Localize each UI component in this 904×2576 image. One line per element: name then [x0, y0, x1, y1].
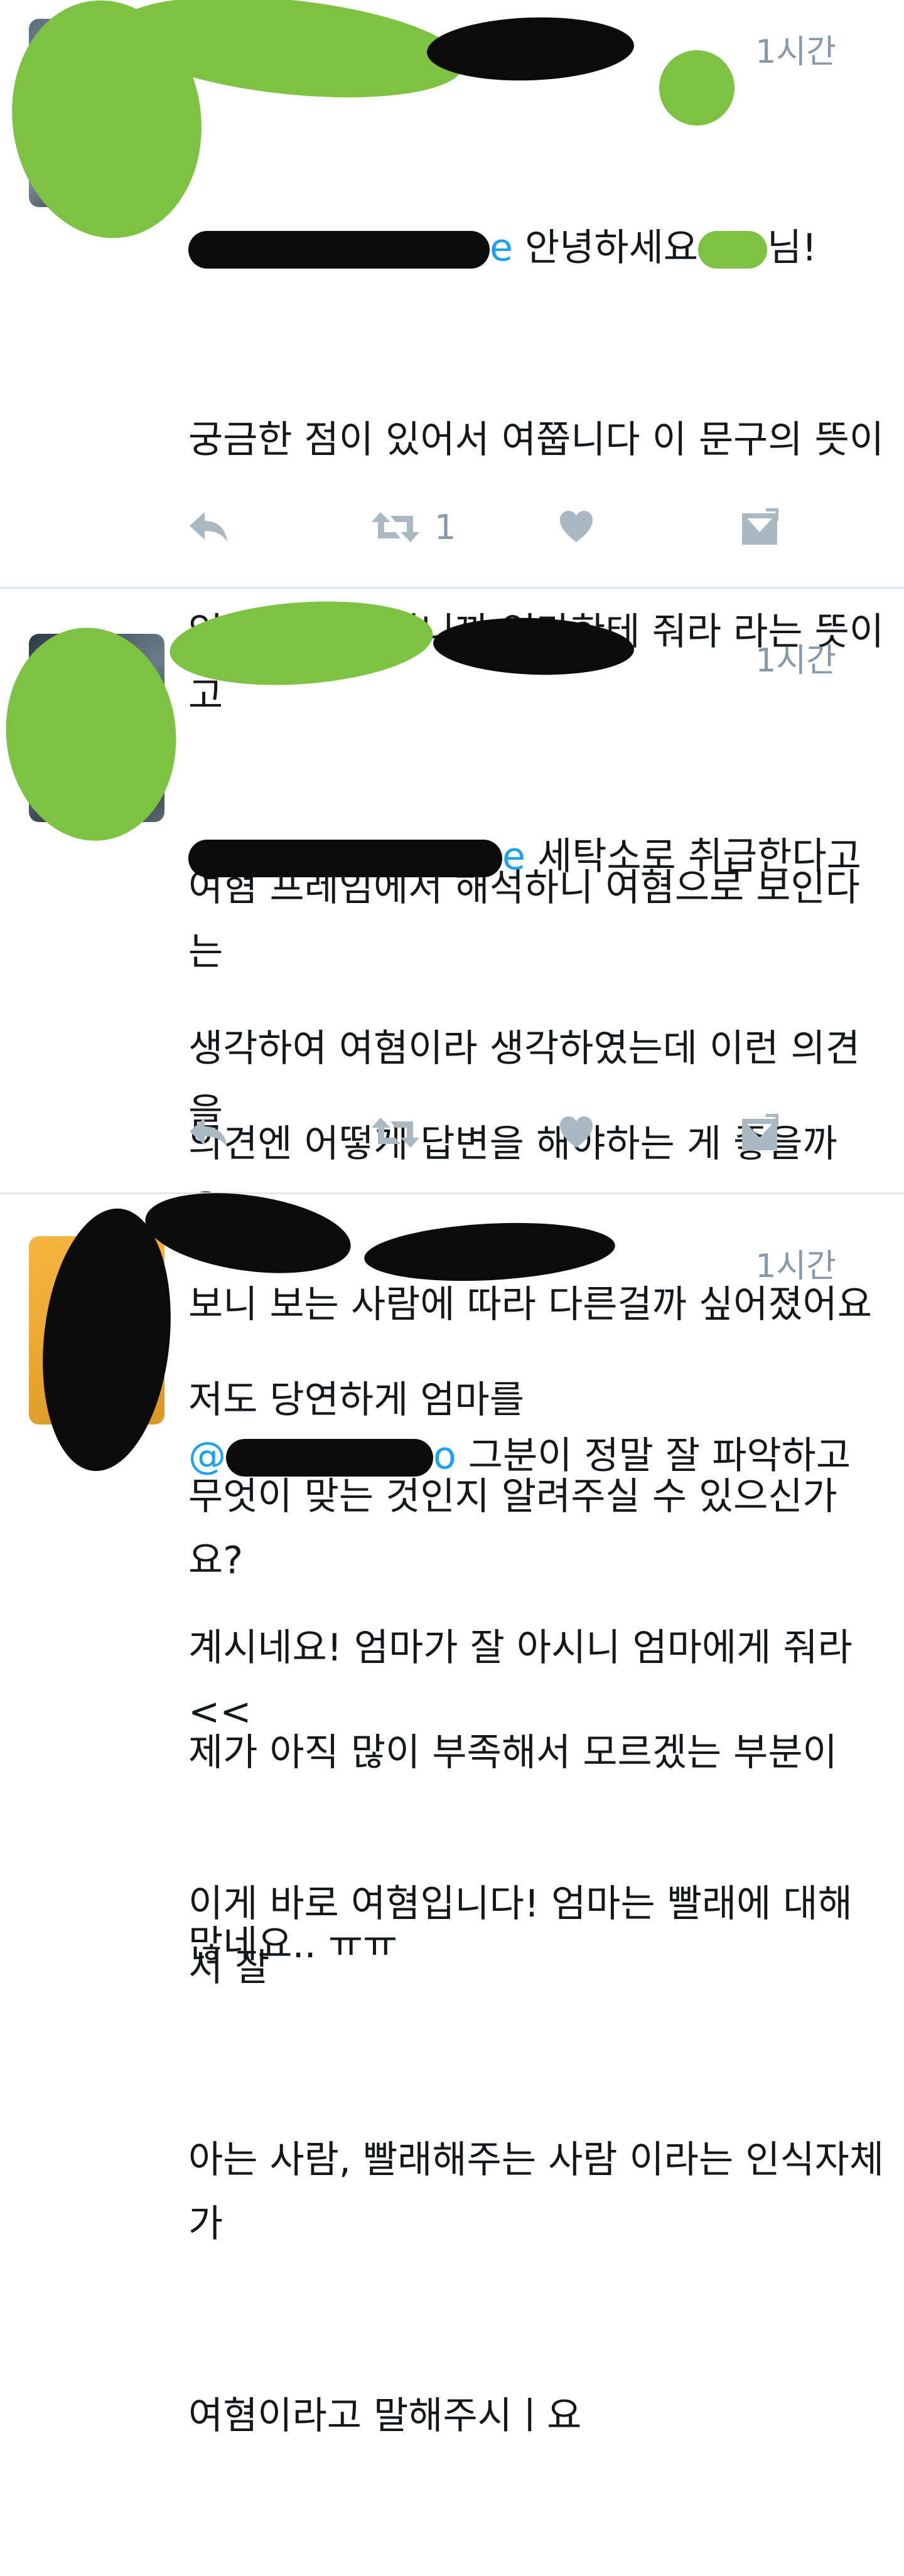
tweet-line: 궁금한 점이 있어서 여쭙니다 이 문구의 뜻이: [188, 418, 885, 462]
retweet-button[interactable]: 1: [370, 499, 456, 555]
tweet-line-text: 그분이 정말 잘 파악하고: [468, 1434, 851, 1478]
tweet-time[interactable]: 1시간: [755, 1239, 836, 1286]
tweet-line: 아는 사람, 빨래해주는 사람 이라는 인식자체가: [188, 2138, 885, 2246]
tweet-line: e 안녕하세요 님!: [188, 216, 885, 280]
reply-icon: [188, 1115, 229, 1150]
mention-suffix[interactable]: e: [490, 226, 513, 270]
reply-icon: [188, 510, 229, 545]
tweet-actions: 1: [188, 499, 816, 555]
tweet-header: 1시간: [188, 1239, 866, 1290]
tweet-header: 1시간: [188, 634, 866, 684]
tweet-line: 계시네요! 엄마가 잘 아시니 엄마에게 줘라 <<: [188, 1626, 864, 1734]
tweet-actions: [188, 1104, 816, 1161]
tweet-line-text: 세탁소로 취급한다고: [537, 835, 861, 879]
redacted-name: [698, 231, 767, 269]
like-button[interactable]: [559, 1104, 594, 1161]
redacted-mention[interactable]: [226, 1439, 433, 1477]
redacted-mention[interactable]: [188, 840, 502, 878]
tweet-header: 1시간: [188, 25, 866, 75]
retweet-count: 1: [434, 507, 456, 547]
tweet-divider: [0, 1192, 904, 1194]
direct-message-icon: [741, 508, 778, 546]
tweet-line-text: 안녕하세요: [525, 226, 698, 270]
like-button[interactable]: [559, 499, 594, 555]
tweet-body: @ o 그분이 정말 잘 파악하고 계시네요! 엄마가 잘 아시니 엄마에게 줘라…: [188, 1296, 885, 2576]
tweet-2[interactable]: 1시간 e 세탁소로 취급한다고 생각하여 여혐이라 생각하였는데 이런 의견을…: [0, 590, 904, 1967]
retweet-button[interactable]: [370, 1104, 434, 1161]
tweet-1[interactable]: 1시간 e 안녕하세요님! 궁금한 점이 있어서 여쭙니다 이 문구의 뜻이 엄…: [0, 0, 904, 1422]
retweet-icon: [370, 1115, 421, 1150]
tweet-divider: [0, 587, 904, 589]
reply-button[interactable]: [188, 499, 229, 555]
tweet-line: 여혐이라고 말해주시ㅣ요: [188, 2394, 582, 2438]
heart-icon: [559, 510, 594, 545]
direct-message-button[interactable]: [741, 499, 778, 555]
tweet-time[interactable]: 1시간: [755, 25, 836, 72]
tweet-3[interactable]: 1시간 @ o 그분이 정말 잘 파악하고 계시네요! 엄마가 잘 아시니 엄마에…: [0, 1181, 904, 2438]
reply-button[interactable]: [188, 1104, 229, 1161]
tweet-line: @ o 그분이 정말 잘 파악하고: [188, 1424, 885, 1488]
direct-message-icon: [741, 1114, 778, 1152]
tweet-time[interactable]: 1시간: [755, 634, 836, 681]
tweet-line: 이게 바로 여혐입니다! 엄마는 빨래에 대해서 잘: [188, 1882, 853, 1990]
redacted-mention[interactable]: [188, 231, 490, 269]
mention-suffix[interactable]: o: [433, 1434, 456, 1478]
retweet-icon: [370, 510, 421, 545]
mention-prefix[interactable]: @: [188, 1434, 226, 1478]
direct-message-button[interactable]: [741, 1104, 778, 1161]
mention-suffix[interactable]: e: [502, 835, 525, 879]
tweet-line-tail: 님!: [767, 226, 817, 270]
heart-icon: [559, 1115, 594, 1150]
tweet-line: e 세탁소로 취급한다고: [188, 825, 885, 889]
